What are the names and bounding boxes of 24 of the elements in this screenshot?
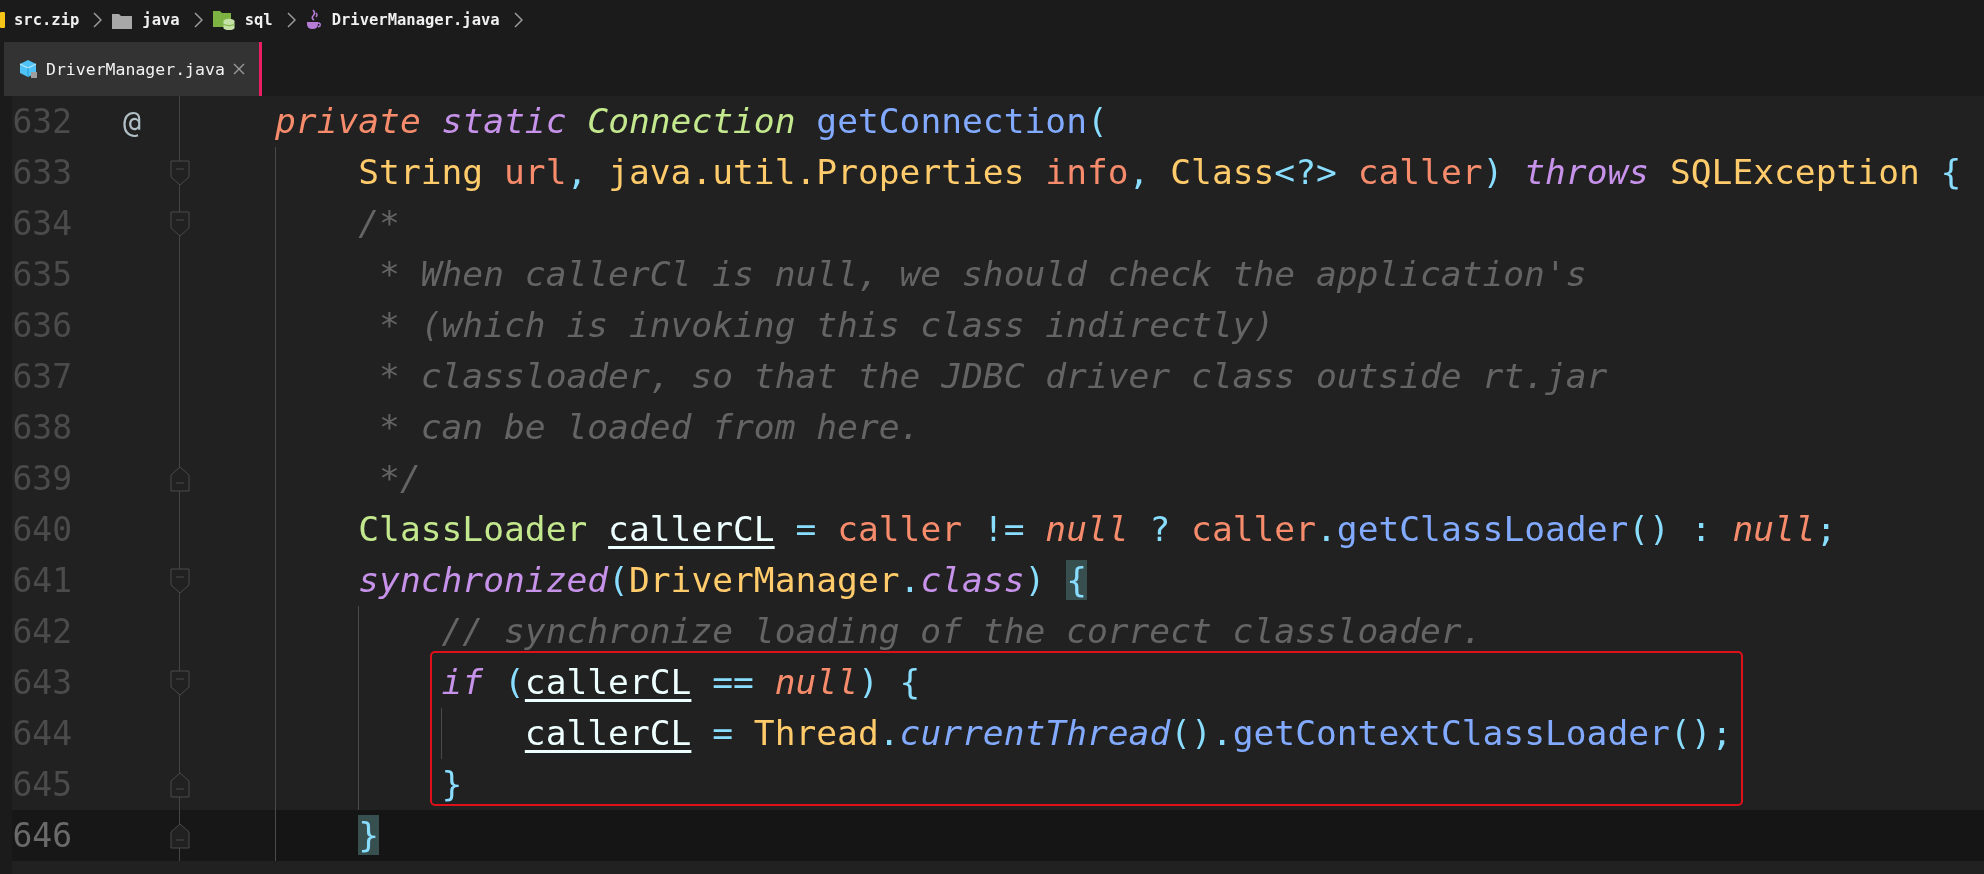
coffee-cup-icon: [305, 9, 322, 31]
cube-icon: [18, 59, 38, 79]
fold-icon[interactable]: [170, 822, 190, 849]
fold-icon[interactable]: [170, 465, 190, 492]
chevron-right-icon: [286, 12, 296, 28]
fold-icon[interactable]: [170, 210, 190, 237]
breadcrumb-item[interactable]: DriverManager.java: [331, 11, 500, 29]
fold-icon[interactable]: [170, 567, 190, 594]
close-icon[interactable]: [232, 63, 245, 75]
breadcrumb-item[interactable]: src.zip: [14, 11, 80, 29]
chevron-right-icon: [193, 12, 203, 28]
breadcrumb-item[interactable]: java: [142, 11, 180, 29]
archive-icon: [0, 11, 5, 29]
editor-tab[interactable]: DriverManager.java: [4, 42, 262, 96]
fold-icon[interactable]: [170, 669, 190, 696]
line-number: 646: [12, 816, 72, 855]
folder-icon: [112, 11, 133, 29]
fold-icon[interactable]: [170, 159, 190, 186]
chevron-right-icon: [93, 12, 103, 28]
folder-database-icon: [212, 10, 235, 30]
breadcrumb-item[interactable]: sql: [244, 11, 273, 29]
gutter-marker: @: [122, 104, 142, 139]
chevron-right-icon: [513, 12, 523, 28]
fold-icon[interactable]: [170, 771, 190, 798]
